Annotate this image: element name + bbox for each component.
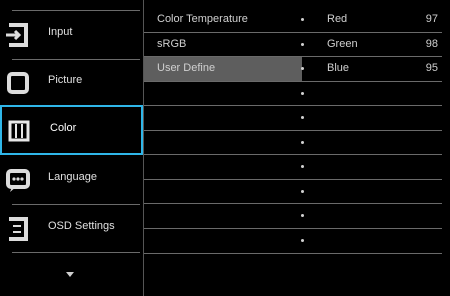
option-left-cell[interactable]: sRGB xyxy=(144,33,302,57)
sidebar-item-osd-settings[interactable]: OSD Settings xyxy=(0,205,143,253)
sidebar-item-picture[interactable]: Picture xyxy=(0,59,143,107)
input-icon xyxy=(6,21,32,49)
bullet-icon xyxy=(301,92,304,95)
language-icon xyxy=(6,166,32,194)
bullet-icon xyxy=(301,239,304,242)
bullet-icon xyxy=(301,43,304,46)
sidebar-top-area xyxy=(0,0,143,10)
option-row-selected[interactable]: User Define Blue 95 xyxy=(144,57,442,81)
sidebar-divider xyxy=(12,252,140,253)
option-label: User Define xyxy=(157,62,216,74)
bullet-icon xyxy=(301,165,304,168)
option-row[interactable] xyxy=(144,155,442,179)
channel-name: Red xyxy=(327,13,348,25)
bullet-icon xyxy=(301,190,304,193)
sidebar-item-label: Input xyxy=(48,26,73,38)
sidebar-item-label: Color xyxy=(50,122,77,134)
channel-value: 95 xyxy=(425,62,438,74)
row-divider xyxy=(144,253,442,254)
channel-name: Blue xyxy=(327,62,350,74)
sidebar: Input Picture Color Language OSD Setting… xyxy=(0,0,143,296)
option-label: sRGB xyxy=(157,38,187,50)
channel-name: Green xyxy=(327,38,358,50)
sidebar-item-language[interactable]: Language xyxy=(0,156,143,204)
option-left-cell[interactable]: Color Temperature xyxy=(144,8,302,32)
bullet-icon xyxy=(301,116,304,119)
color-icon xyxy=(8,117,34,145)
option-row[interactable] xyxy=(144,204,442,228)
channel-value: 98 xyxy=(425,38,438,50)
sidebar-item-color[interactable]: Color xyxy=(0,105,143,155)
option-row[interactable] xyxy=(144,82,442,106)
sidebar-item-label: Language xyxy=(48,171,97,183)
option-label: Color Temperature xyxy=(157,13,248,25)
option-row[interactable] xyxy=(144,180,442,204)
bullet-icon xyxy=(301,141,304,144)
bullet-icon xyxy=(301,214,304,217)
sidebar-item-label: OSD Settings xyxy=(48,220,115,232)
chevron-down-icon[interactable] xyxy=(66,272,74,277)
option-row[interactable]: sRGB Green 98 xyxy=(144,33,442,57)
color-settings-panel: Color Temperature Red 97 sRGB Green 98 U… xyxy=(144,0,450,296)
sidebar-item-input[interactable]: Input xyxy=(0,11,143,59)
osd-settings-icon xyxy=(6,215,32,243)
picture-icon xyxy=(6,69,32,97)
bullet-icon xyxy=(301,67,304,70)
sidebar-item-label: Picture xyxy=(48,74,83,86)
option-row[interactable] xyxy=(144,131,442,155)
option-left-cell[interactable]: User Define xyxy=(144,57,302,81)
channel-value: 97 xyxy=(425,13,438,25)
option-row[interactable] xyxy=(144,106,442,130)
bullet-icon xyxy=(301,18,304,21)
option-row[interactable]: Color Temperature Red 97 xyxy=(144,8,442,32)
option-row[interactable] xyxy=(144,229,442,253)
